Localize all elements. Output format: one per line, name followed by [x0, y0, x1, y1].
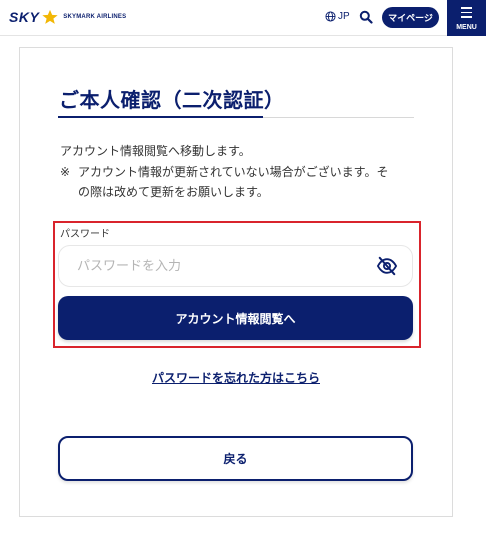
note-text: アカウント情報が更新されていない場合がございます。その際は改めて更新をお願いしま…: [78, 165, 389, 199]
star-icon: [42, 9, 58, 24]
proceed-button-label: アカウント情報閲覧へ: [175, 311, 296, 326]
description-text: アカウント情報閲覧へ移動します。: [60, 144, 251, 158]
logo-subtext: SKYMARK AIRLINES: [63, 14, 127, 20]
back-button-label: 戻る: [223, 452, 248, 466]
mypage-button[interactable]: マイページ: [382, 7, 439, 28]
auth-card: ご本人確認（二次認証） アカウント情報閲覧へ移動します。 ※ アカウント情報が更…: [19, 47, 453, 517]
back-button[interactable]: 戻る: [58, 436, 413, 481]
title-underline: [58, 116, 263, 118]
site-header: SKY SKYMARK AIRLINES JP マイページ MENU: [0, 0, 486, 36]
proceed-button[interactable]: アカウント情報閲覧へ: [58, 296, 413, 340]
menu-button[interactable]: MENU: [447, 0, 486, 36]
language-selector[interactable]: JP: [325, 11, 350, 22]
mypage-label: マイページ: [388, 14, 433, 24]
hamburger-icon: [461, 7, 472, 21]
password-label: パスワード: [60, 229, 110, 240]
password-field[interactable]: [58, 245, 413, 287]
search-icon[interactable]: [359, 10, 373, 24]
page-title: ご本人確認（二次認証）: [59, 88, 285, 112]
note-mark: ※: [60, 165, 71, 179]
logo-text: SKY: [9, 9, 40, 25]
eye-slash-icon[interactable]: [376, 256, 398, 276]
note: ※ アカウント情報が更新されていない場合がございます。その際は改めて更新をお願い…: [60, 162, 400, 202]
password-input[interactable]: [77, 246, 367, 286]
skymark-logo[interactable]: SKY SKYMARK AIRLINES: [9, 9, 126, 25]
globe-icon: [325, 11, 336, 22]
menu-label: MENU: [456, 24, 477, 31]
language-label: JP: [338, 11, 350, 22]
forgot-password-link[interactable]: パスワードを忘れた方はこちら: [20, 369, 452, 386]
